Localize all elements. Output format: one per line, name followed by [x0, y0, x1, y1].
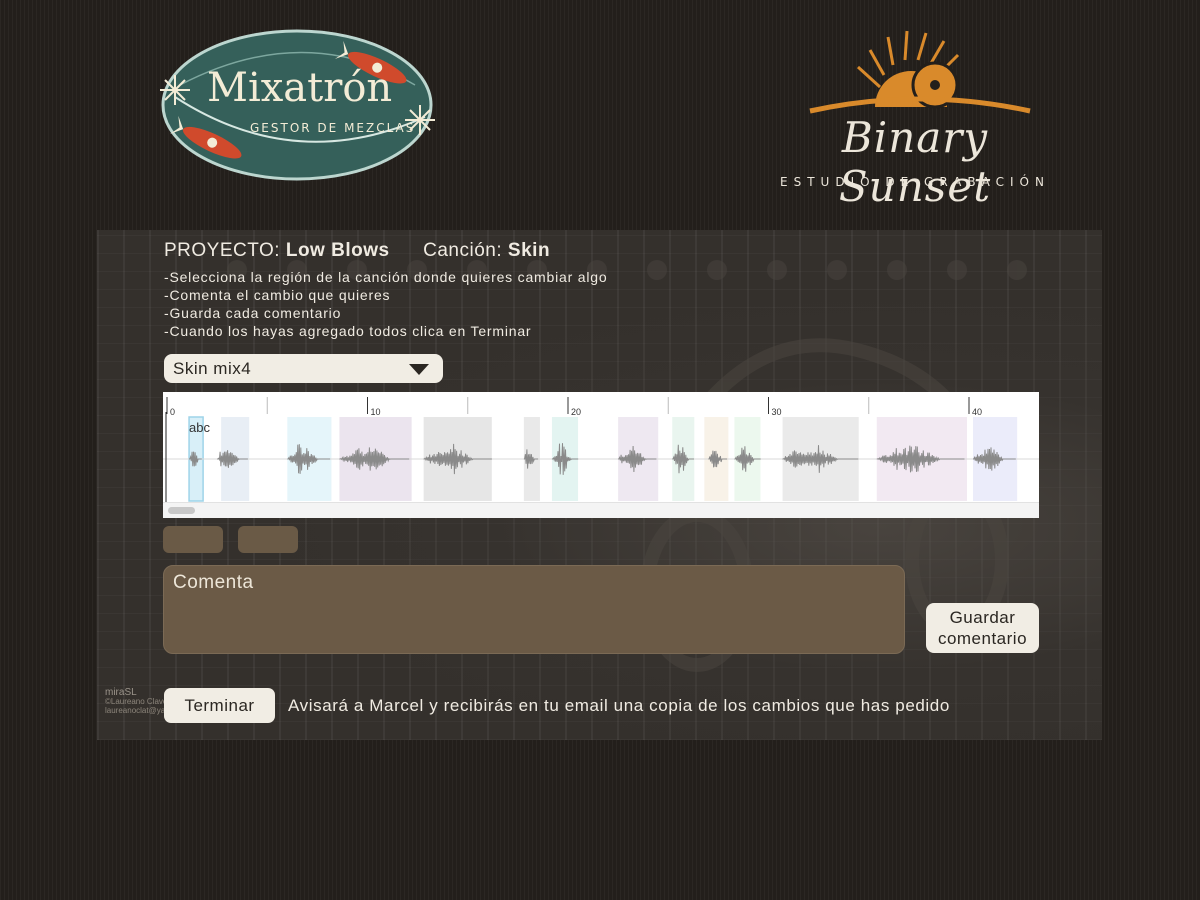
timeline-label: 40: [972, 407, 982, 417]
studio-subtitle: ESTUDIO DE GRABACIÓN: [780, 175, 1050, 189]
finish-note: Avisará a Marcel y recibirás en tu email…: [288, 696, 950, 715]
chevron-down-icon: [409, 364, 429, 375]
instructions: -Selecciona la región de la canción dond…: [164, 268, 607, 340]
song-name: Skin: [507, 240, 551, 261]
timeline-label: 20: [571, 407, 581, 417]
waveform-scrollbar[interactable]: [163, 502, 1039, 518]
instruction-line: -Cuando los hayas agregado todos clica e…: [164, 323, 532, 339]
finish-button[interactable]: Terminar: [164, 688, 275, 723]
song-label: Canción:: [423, 240, 503, 261]
instruction-line: -Guarda cada comentario: [164, 305, 342, 321]
save-comment-label-line1: Guardar: [949, 608, 1016, 627]
project-label: PROYECTO:: [164, 240, 281, 261]
save-comment-button[interactable]: Guardar comentario: [926, 603, 1039, 653]
mix-select-value: Skin mix4: [173, 359, 252, 378]
play-button[interactable]: [163, 526, 223, 553]
instruction-line: -Comenta el cambio que quieres: [164, 287, 391, 303]
scrollbar-thumb[interactable]: [168, 507, 195, 514]
comment-input[interactable]: Comenta: [163, 565, 905, 654]
mix-select[interactable]: Skin mix4: [164, 354, 443, 383]
save-comment-label-line2: comentario: [937, 629, 1028, 648]
project-name: Low Blows: [285, 240, 390, 261]
project-header: PROYECTO: Low Blows Canción: Skin: [164, 240, 550, 262]
stop-button[interactable]: [238, 526, 298, 553]
region-label: abc: [189, 420, 210, 435]
timeline-label: 30: [772, 407, 782, 417]
timeline-label: 10: [371, 407, 381, 417]
timeline-label: 0: [170, 407, 175, 417]
mixatron-subtitle: GESTOR DE MEZCLAS: [250, 121, 416, 135]
binary-sunset-logo: Binary Sunset ESTUDIO DE GRABACIÓN: [780, 25, 1050, 211]
comment-placeholder: Comenta: [173, 572, 254, 593]
sunset-graphic: [809, 30, 1031, 114]
studio-title: Binary Sunset: [838, 113, 992, 211]
waveform-editor[interactable]: 0 10 20 30 40 abc: [163, 392, 1039, 518]
mixatron-title: Mixatrón: [207, 65, 393, 111]
instruction-line: -Selecciona la región de la canción dond…: [164, 269, 608, 285]
mixatron-logo: Mixatrón GESTOR DE MEZCLAS: [155, 25, 440, 190]
waveform-canvas[interactable]: 0 10 20 30 40 abc: [163, 392, 1039, 502]
